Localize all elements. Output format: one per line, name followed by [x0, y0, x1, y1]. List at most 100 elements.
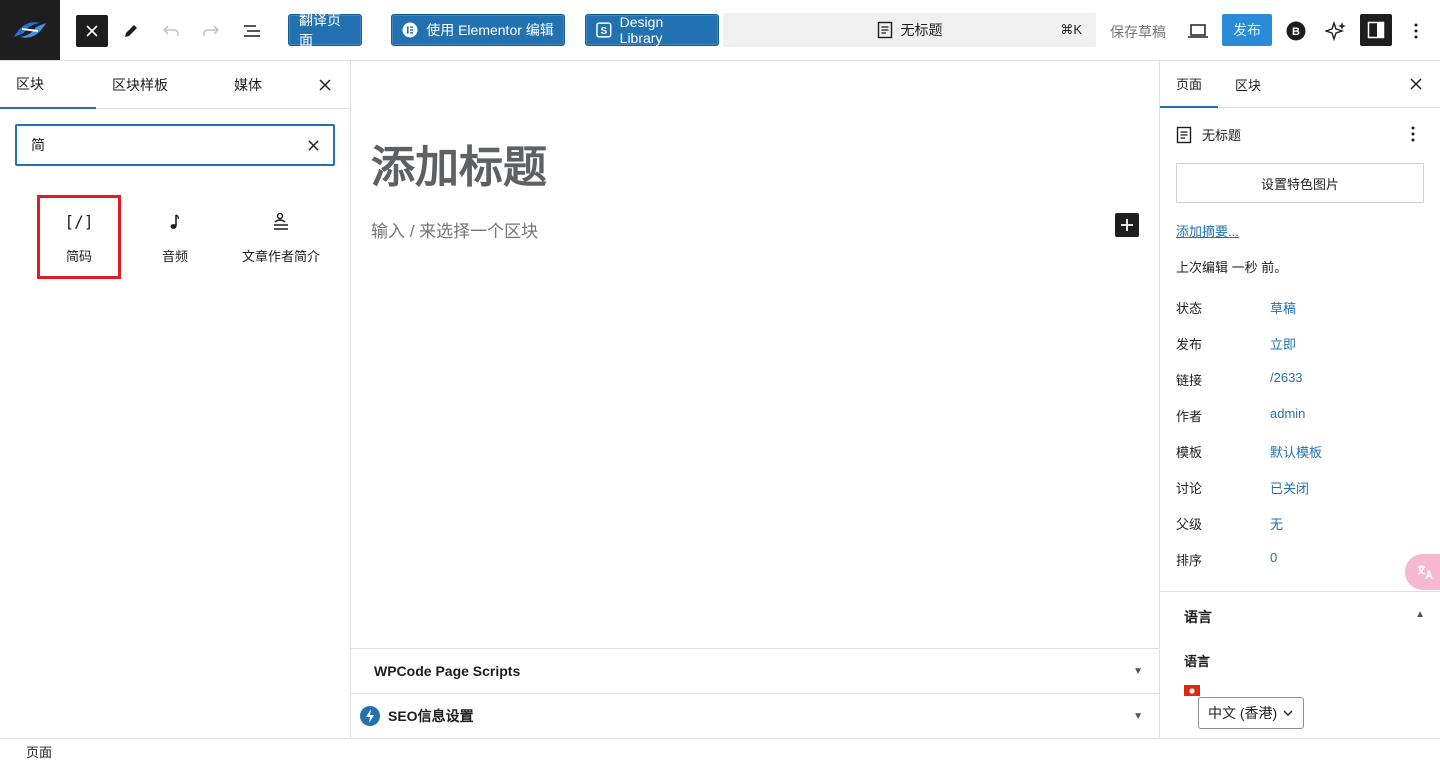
- add-excerpt-link[interactable]: 添加摘要...: [1176, 221, 1239, 240]
- tab-page[interactable]: 页面: [1160, 61, 1218, 108]
- meta-row-parent: 父级 无: [1176, 514, 1424, 533]
- list-view-icon: [244, 25, 260, 37]
- plugin-b-icon: B: [1286, 21, 1306, 41]
- block-search-input[interactable]: [31, 137, 291, 153]
- document-title: 无标题: [900, 22, 943, 38]
- meta-row-author: 作者 admin: [1176, 406, 1424, 425]
- site-logo-icon: [14, 22, 46, 38]
- block-item-audio[interactable]: 音频: [133, 195, 217, 279]
- elementor-icon: [402, 22, 418, 38]
- author-bio-icon: [271, 210, 291, 234]
- edit-with-elementor-button[interactable]: 使用 Elementor 编辑: [391, 14, 565, 46]
- set-featured-image-button[interactable]: 设置特色图片: [1176, 163, 1424, 203]
- caret-down-icon: ▼: [1133, 665, 1143, 677]
- language-panel: 语言 ▲ 语言 中文 (香港): [1160, 591, 1440, 738]
- publish-button[interactable]: 发布: [1222, 14, 1272, 46]
- audio-icon: [168, 210, 182, 234]
- editor-header: 翻译页面 使用 Elementor 编辑 S Design Library 无标…: [0, 0, 1440, 61]
- page-icon: [877, 21, 892, 39]
- meta-key: 作者: [1176, 409, 1203, 424]
- meta-value-status[interactable]: 草稿: [1270, 298, 1296, 317]
- breadcrumb-item-page[interactable]: 页面: [26, 742, 52, 761]
- block-item-shortcode[interactable]: [/] 简码: [37, 195, 121, 279]
- meta-value-publish[interactable]: 立即: [1270, 334, 1296, 353]
- meta-row-discussion: 讨论 已关闭: [1176, 478, 1424, 497]
- keyboard-shortcut: ⌘K: [1060, 22, 1082, 37]
- site-logo[interactable]: [0, 0, 60, 60]
- meta-key: 链接: [1176, 373, 1203, 388]
- pencil-icon: [125, 25, 137, 37]
- meta-box-title: SEO信息设置: [388, 708, 474, 724]
- translate-page-button[interactable]: 翻译页面: [288, 12, 362, 48]
- tab-blocks[interactable]: 区块: [0, 61, 96, 109]
- meta-row-order: 排序 0: [1176, 550, 1424, 569]
- meta-key: 排序: [1176, 553, 1203, 568]
- document-actions-button[interactable]: [1403, 124, 1423, 147]
- block-search-field[interactable]: [15, 124, 335, 166]
- meta-value-link[interactable]: /2633: [1270, 370, 1303, 389]
- ai-assistant-button[interactable]: [1320, 15, 1352, 47]
- svg-text:S: S: [601, 26, 608, 37]
- sidebar-tabs: 页面 区块: [1160, 61, 1440, 108]
- undo-icon: [162, 25, 179, 36]
- elementor-label: 使用 Elementor 编辑: [426, 22, 554, 38]
- settings-sidebar-toggle[interactable]: [1360, 14, 1392, 46]
- lightning-icon: [360, 706, 380, 726]
- tab-block[interactable]: 区块: [1235, 61, 1261, 108]
- tab-media-label: 媒体: [234, 77, 262, 93]
- block-item-author-bio[interactable]: 文章作者简介: [239, 195, 323, 279]
- post-title-input[interactable]: 添加标题: [371, 131, 547, 195]
- language-panel-toggle[interactable]: 语言: [1184, 607, 1212, 627]
- meta-key: 状态: [1176, 301, 1203, 316]
- options-menu-button[interactable]: [1400, 15, 1432, 47]
- settings-sidebar: 页面 区块 无标题 设置特色图片 添加摘要... 上次编辑 一秒 前。 状态 草…: [1159, 61, 1440, 738]
- plus-icon: [1121, 219, 1133, 231]
- close-inserter-panel-button[interactable]: [315, 75, 335, 95]
- design-library-button[interactable]: S Design Library: [585, 14, 719, 46]
- close-inserter-button[interactable]: [76, 15, 108, 47]
- meta-value-parent[interactable]: 无: [1270, 514, 1283, 533]
- tab-patterns-label: 区块样板: [112, 77, 168, 93]
- language-label: 语言: [1184, 654, 1211, 669]
- meta-row-template: 模板 默认模板: [1176, 442, 1424, 461]
- block-item-label: 音频: [161, 248, 188, 264]
- add-block-button[interactable]: [1115, 213, 1139, 237]
- tab-patterns[interactable]: 区块样板: [112, 61, 168, 109]
- meta-key: 模板: [1176, 445, 1203, 460]
- translate-icon: [1417, 565, 1433, 580]
- document-card-title: 无标题: [1202, 128, 1242, 143]
- inserter-tabs: 区块 区块样板 媒体: [0, 61, 350, 109]
- document-card: 无标题: [1176, 125, 1241, 144]
- svg-text:B: B: [1292, 26, 1300, 38]
- default-block-appender[interactable]: 输入 / 来选择一个区块: [371, 217, 538, 242]
- redo-button[interactable]: [195, 15, 227, 47]
- translate-page-label: 翻译页面: [299, 12, 341, 48]
- plugin-b-button[interactable]: B: [1280, 15, 1312, 47]
- meta-row-status: 状态 草稿: [1176, 298, 1424, 317]
- language-selected-value: 中文 (香港): [1208, 705, 1278, 721]
- chevron-down-icon: [1283, 710, 1293, 716]
- meta-value-order[interactable]: 0: [1270, 550, 1277, 569]
- publish-label: 发布: [1233, 22, 1261, 38]
- meta-value-template[interactable]: 默认模板: [1270, 442, 1322, 461]
- document-overview-button[interactable]: [236, 15, 268, 47]
- undo-button[interactable]: [155, 15, 187, 47]
- meta-key: 讨论: [1176, 481, 1203, 496]
- meta-value-discussion[interactable]: 已关闭: [1270, 478, 1309, 497]
- language-select[interactable]: 中文 (香港): [1198, 697, 1304, 729]
- meta-value-author[interactable]: admin: [1270, 406, 1305, 425]
- seo-meta-box[interactable]: SEO信息设置 ▼: [351, 693, 1159, 738]
- floating-translate-button[interactable]: [1405, 554, 1440, 590]
- last-edited-text: 上次编辑 一秒 前。: [1176, 260, 1288, 275]
- command-palette-bar[interactable]: 无标题 ⌘K: [723, 13, 1096, 47]
- tab-media[interactable]: 媒体: [234, 61, 262, 109]
- wpcode-meta-box[interactable]: WPCode Page Scripts ▼: [351, 648, 1159, 693]
- close-sidebar-button[interactable]: [1406, 74, 1426, 94]
- more-vertical-icon: [1411, 126, 1415, 142]
- tools-button[interactable]: [115, 15, 147, 47]
- preview-button[interactable]: [1182, 15, 1214, 47]
- shortcode-icon: [/]: [64, 212, 94, 231]
- save-draft-button[interactable]: 保存草稿: [1110, 22, 1166, 42]
- page-icon: [1176, 126, 1192, 143]
- clear-search-button[interactable]: [303, 135, 323, 155]
